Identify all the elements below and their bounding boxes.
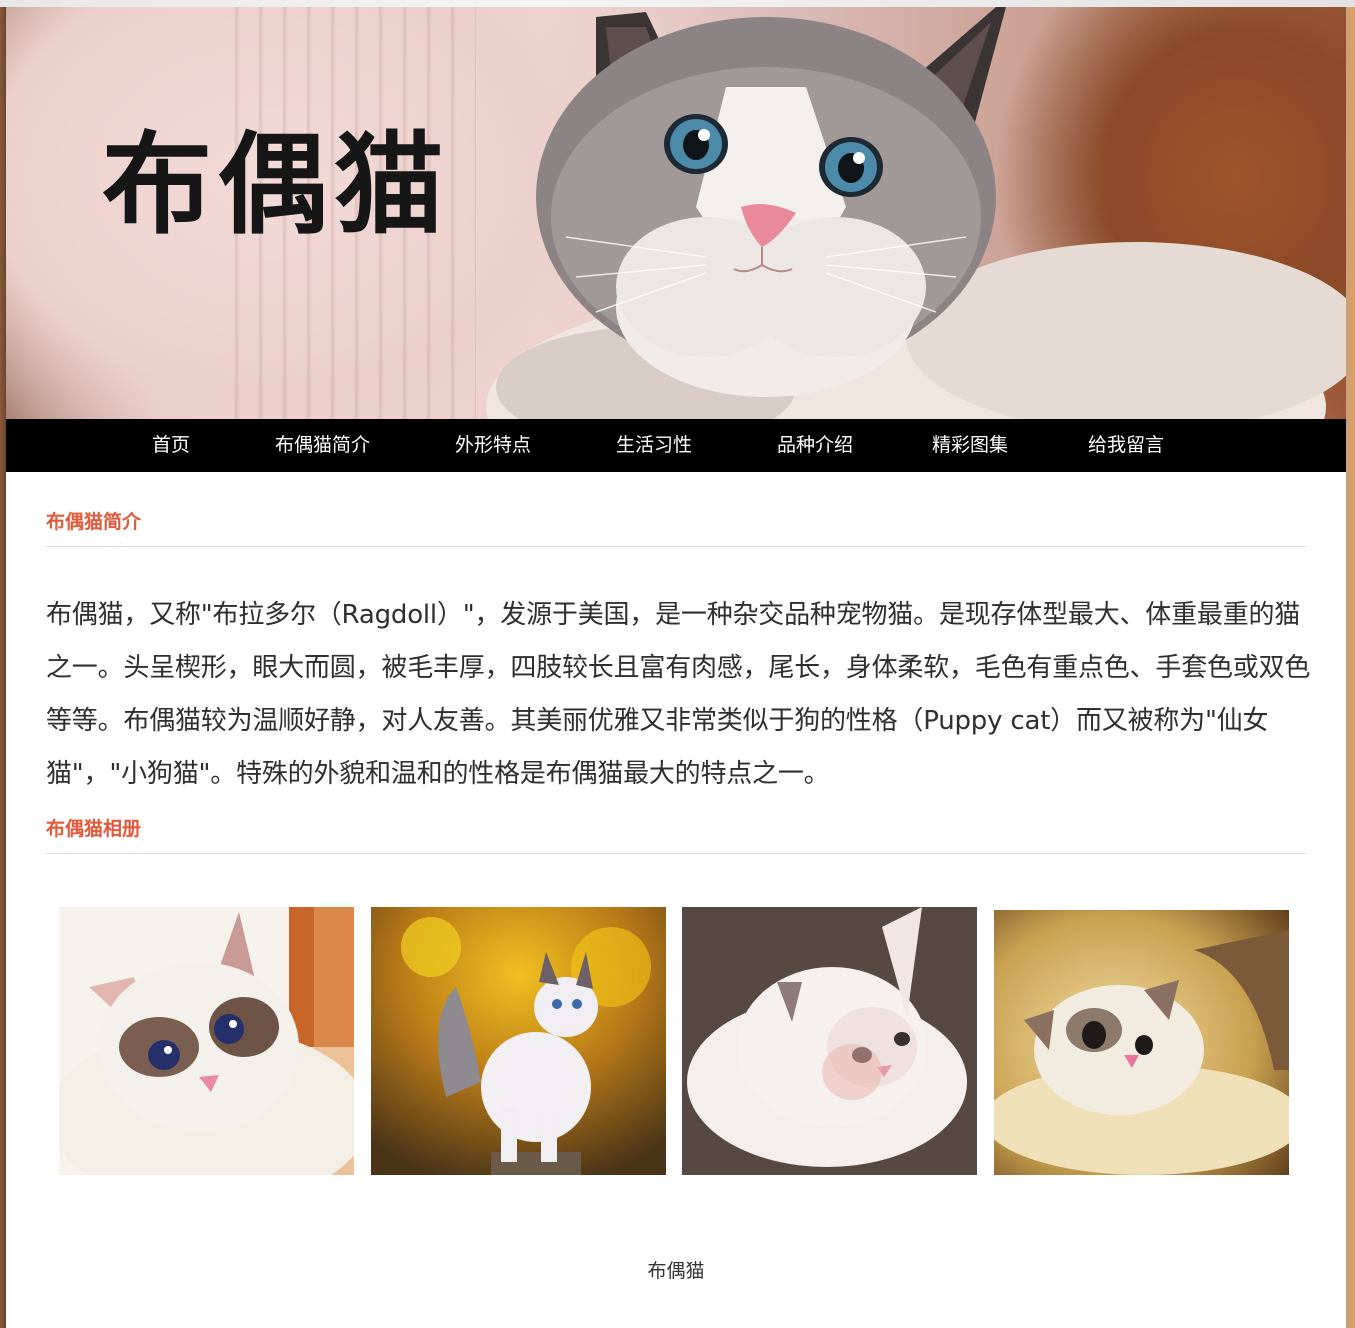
page: 布偶猫 首页 布偶猫简介 外形特点 生活习性 品种介绍 精彩图集 给我留言 布偶… <box>6 7 1346 1328</box>
banner-title: 布偶猫 <box>102 121 450 249</box>
nav-item-habits[interactable]: 生活习性 <box>616 419 692 472</box>
ragdoll-photo-4[interactable] <box>994 910 1289 1175</box>
nav-item-intro[interactable]: 布偶猫简介 <box>275 419 370 472</box>
ragdoll-photo-3[interactable] <box>682 907 977 1175</box>
nav-item-gallery[interactable]: 精彩图集 <box>932 419 1008 472</box>
nav-item-appearance[interactable]: 外形特点 <box>455 419 531 472</box>
intro-heading: 布偶猫简介 <box>46 507 1306 547</box>
footer-text: 布偶猫 <box>647 1260 705 1282</box>
nav-item-message[interactable]: 给我留言 <box>1088 419 1164 472</box>
ragdoll-photo-2[interactable] <box>371 907 666 1175</box>
browser-top-strip <box>0 0 1355 7</box>
header-banner: 布偶猫 <box>6 7 1346 419</box>
ragdoll-photo-1[interactable] <box>59 907 354 1175</box>
main-nav: 首页 布偶猫简介 外形特点 生活习性 品种介绍 精彩图集 给我留言 <box>6 419 1346 472</box>
nav-item-breeds[interactable]: 品种介绍 <box>777 419 853 472</box>
intro-paragraph: 布偶猫，又称"布拉多尔（Ragdoll）"，发源于美国，是一种杂交品种宠物猫。是… <box>46 600 1311 789</box>
nav-item-home[interactable]: 首页 <box>152 419 190 472</box>
album-heading: 布偶猫相册 <box>46 814 1306 854</box>
